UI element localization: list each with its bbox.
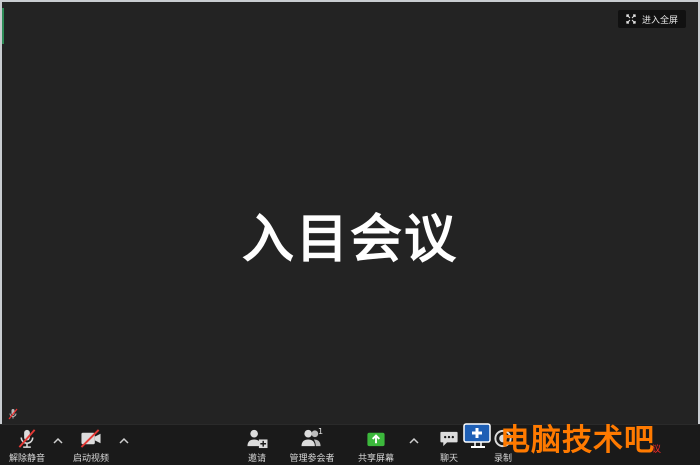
unmute-button[interactable]: 解除静音: [6, 428, 48, 464]
meeting-title: 入目会议: [241, 210, 458, 270]
window-edge-accent: [2, 8, 4, 44]
microphone-muted-icon: [18, 429, 36, 448]
enter-fullscreen-label: 进入全屏: [641, 15, 678, 26]
share-screen-label: 共享屏幕: [357, 454, 394, 464]
video-camera-off-icon: [80, 429, 101, 448]
manage-participants-button[interactable]: 1 管理参会者: [286, 427, 338, 464]
invite-label: 邀请: [247, 454, 266, 464]
share-options-chevron-up-icon[interactable]: [408, 435, 420, 447]
start-video-label: 启动视频: [72, 454, 109, 464]
self-mic-muted-icon: [8, 408, 18, 420]
enter-fullscreen-button[interactable]: 进入全屏: [617, 10, 686, 28]
participant-count-badge: 1: [318, 427, 324, 436]
share-screen-icon: [367, 432, 385, 447]
share-screen-button[interactable]: 共享屏幕: [354, 428, 398, 464]
meeting-toolbar: 解除静音 启动视频 邀请 1 管理参会者 共享屏幕 聊天 录制 电脑技术吧 议: [0, 423, 700, 465]
fullscreen-icon: [626, 14, 636, 24]
chat-button[interactable]: 聊天: [432, 428, 466, 464]
add-user-icon: [247, 429, 268, 449]
site-watermark: 电脑技术吧 议: [462, 415, 661, 459]
start-video-button[interactable]: 启动视频: [68, 428, 114, 464]
watermark-small-text: 议: [651, 445, 661, 455]
chat-bubble-icon: [440, 431, 458, 447]
unmute-label: 解除静音: [8, 454, 45, 464]
audio-options-chevron-up-icon[interactable]: [52, 435, 64, 447]
chat-label: 聊天: [439, 454, 458, 464]
meeting-window: 进入全屏 入目会议: [0, 0, 700, 465]
manage-participants-label: 管理参会者: [289, 454, 335, 464]
video-options-chevron-up-icon[interactable]: [118, 435, 130, 447]
watermark-text: 电脑技术吧: [500, 423, 655, 458]
computer-plus-logo-icon: [463, 423, 491, 448]
invite-button[interactable]: 邀请: [240, 428, 274, 464]
